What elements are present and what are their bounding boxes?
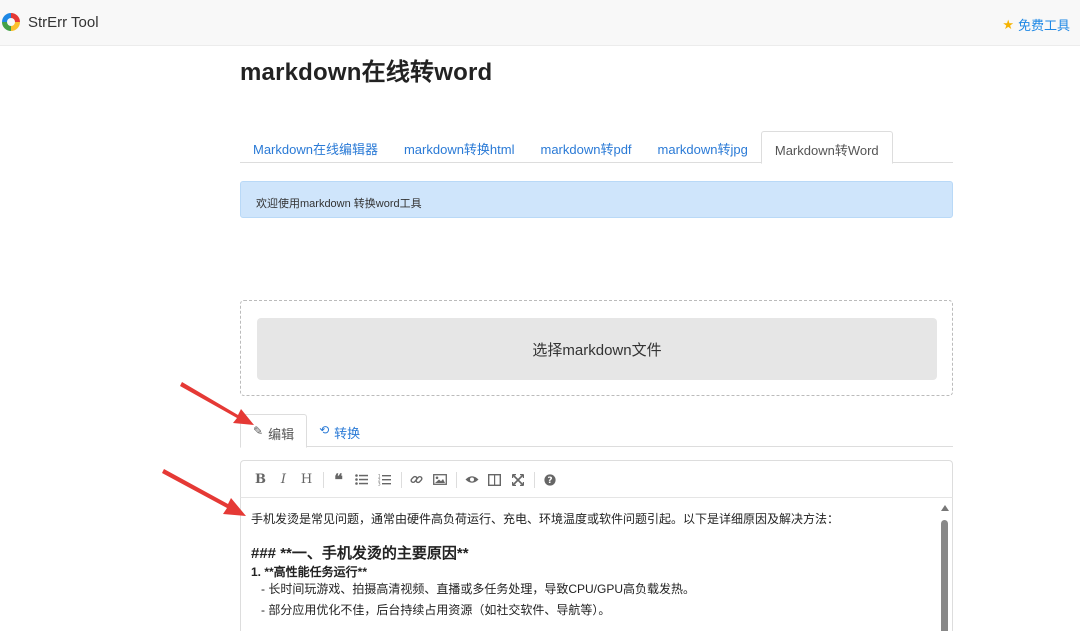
- editor-mode-tabs: ✎ 编辑 ⟲ 转换: [240, 414, 953, 448]
- logo-icon: [2, 13, 20, 31]
- svg-text:3: 3: [378, 481, 381, 486]
- ordered-list-icon: 123: [378, 474, 391, 486]
- select-file-button[interactable]: 选择markdown文件: [257, 318, 937, 380]
- star-icon: ★: [1002, 16, 1014, 32]
- tab-edit-label: 编辑: [268, 427, 295, 442]
- tab-edit[interactable]: ✎ 编辑: [240, 414, 308, 448]
- heading-button[interactable]: H: [297, 468, 316, 492]
- tab-markdown-pdf[interactable]: markdown转pdf: [528, 131, 645, 163]
- tab-markdown-html[interactable]: markdown转换html: [391, 131, 528, 163]
- image-icon: [432, 474, 447, 485]
- brand-name: StrErr Tool: [28, 13, 99, 31]
- editor-heading-line: ### **一、手机发烫的主要原因**: [251, 545, 469, 562]
- editor-scrollbar[interactable]: [938, 498, 952, 631]
- preview-button[interactable]: [462, 468, 481, 492]
- toolbar-divider: [456, 471, 457, 488]
- file-dropzone[interactable]: 选择markdown文件: [240, 300, 953, 396]
- editor-line: - 部分应用优化不佳，后台持续占用资源（如社交软件、导航等）。: [251, 603, 611, 617]
- link-button[interactable]: [407, 468, 426, 492]
- editor-line: 1. **高性能任务运行**: [251, 565, 368, 579]
- side-by-side-button[interactable]: [485, 468, 504, 492]
- editor-toolbar: B I H ❝ 123 ?: [240, 460, 953, 498]
- refresh-icon: ⟲: [319, 423, 330, 437]
- free-tools-label: 免费工具: [1017, 18, 1070, 33]
- help-button[interactable]: ?: [540, 468, 559, 492]
- help-icon: ?: [543, 473, 556, 486]
- converter-tabs: Markdown在线编辑器 markdown转换html markdown转pd…: [240, 131, 953, 164]
- svg-text:?: ?: [547, 476, 552, 486]
- tab-markdown-editor[interactable]: Markdown在线编辑器: [240, 131, 391, 163]
- toolbar-divider: [401, 471, 402, 488]
- top-navbar: StrErr Tool ★ 免费工具: [0, 0, 1080, 46]
- italic-button[interactable]: I: [274, 468, 293, 492]
- ordered-list-button[interactable]: 123: [375, 468, 394, 492]
- bold-button[interactable]: B: [251, 468, 270, 492]
- annotation-arrow-icon: [162, 469, 246, 516]
- link-icon: [410, 475, 423, 484]
- tab-convert-label: 转换: [334, 426, 361, 441]
- page-title: markdown在线转word: [240, 59, 493, 86]
- free-tools-link[interactable]: ★ 免费工具: [1002, 15, 1070, 34]
- editor-line: - 长时间玩游戏、拍摄高清视频、直播或多任务处理，导致CPU/GPU高负载发热。: [251, 582, 696, 596]
- quote-button[interactable]: ❝: [329, 468, 348, 492]
- columns-icon: [488, 473, 501, 486]
- editor-line: 手机发烫是常见问题，通常由硬件高负荷运行、充电、环境温度或软件问题引起。以下是详…: [251, 512, 840, 526]
- welcome-alert: 欢迎使用markdown 转换word工具: [240, 181, 953, 218]
- toolbar-divider: [323, 471, 324, 488]
- tab-convert[interactable]: ⟲ 转换: [307, 414, 372, 447]
- edit-icon: ✎: [253, 424, 264, 438]
- unordered-list-button[interactable]: [352, 468, 371, 492]
- eye-icon: [465, 476, 478, 483]
- editor-content[interactable]: 手机发烫是常见问题，通常由硬件高负荷运行、充电、环境温度或软件问题引起。以下是详…: [241, 498, 952, 619]
- fullscreen-icon: [511, 473, 524, 486]
- image-button[interactable]: [430, 468, 449, 492]
- list-icon: [355, 474, 368, 485]
- fullscreen-button[interactable]: [508, 468, 527, 492]
- brand[interactable]: StrErr Tool: [2, 13, 99, 31]
- toolbar-divider: [534, 471, 535, 488]
- markdown-editor[interactable]: 手机发烫是常见问题，通常由硬件高负荷运行、充电、环境温度或软件问题引起。以下是详…: [240, 497, 953, 631]
- scroll-up-arrow-icon[interactable]: [941, 505, 949, 511]
- scrollbar-thumb[interactable]: [941, 520, 948, 631]
- tab-markdown-jpg[interactable]: markdown转jpg: [645, 131, 761, 163]
- tab-markdown-word[interactable]: Markdown转Word: [760, 131, 893, 164]
